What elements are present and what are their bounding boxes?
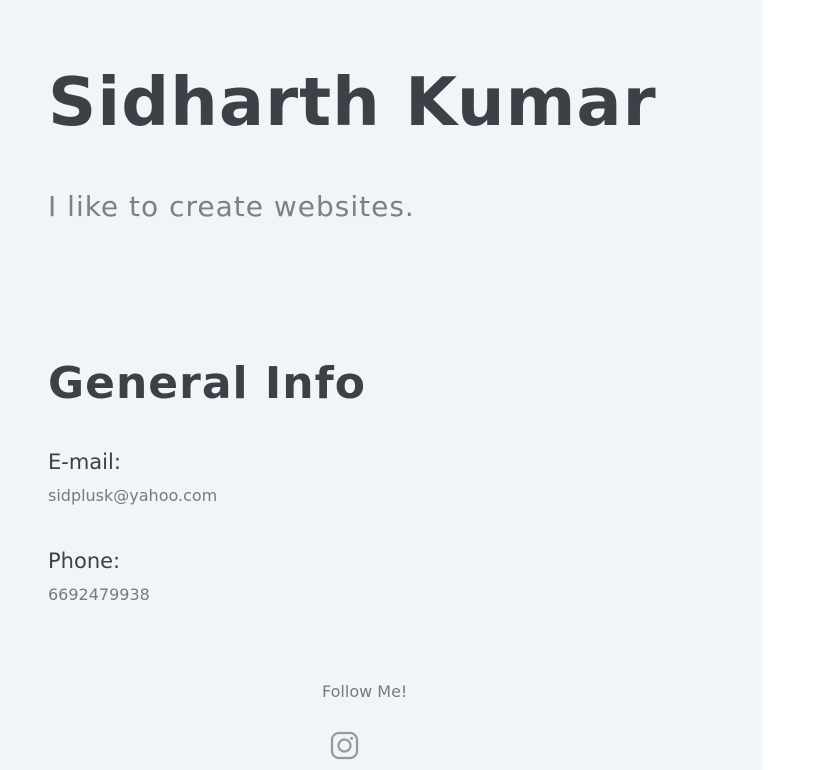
instagram-icon	[330, 731, 359, 760]
general-info-heading: General Info	[48, 358, 366, 409]
email-label: E-mail:	[48, 450, 121, 474]
phone-value: 6692479938	[48, 585, 150, 604]
instagram-link[interactable]	[330, 731, 359, 760]
email-value: sidplusk@yahoo.com	[48, 486, 218, 505]
follow-me-label: Follow Me!	[322, 682, 408, 701]
profile-name: Sidharth Kumar	[48, 63, 657, 141]
profile-tagline: I like to create websites.	[48, 190, 415, 223]
phone-label: Phone:	[48, 549, 121, 573]
profile-panel: Sidharth Kumar I like to create websites…	[0, 0, 762, 770]
